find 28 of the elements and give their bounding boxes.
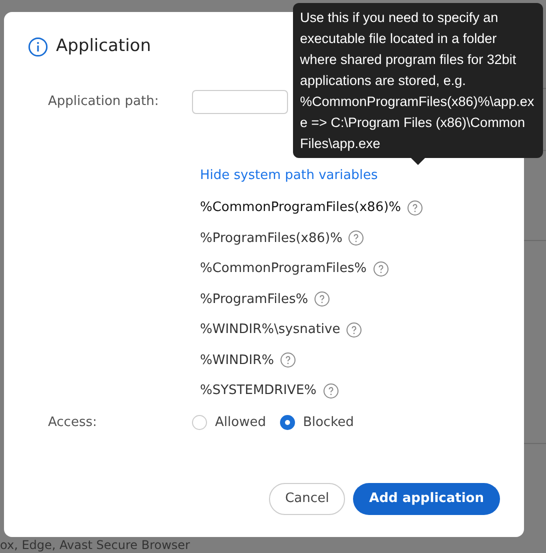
field-label: Application path: (48, 92, 160, 111)
radio-label: Allowed (215, 414, 266, 432)
path-field[interactable] (192, 90, 288, 114)
variable-name: %ProgramFiles(x86)% (200, 230, 342, 248)
radio-button[interactable] (280, 414, 295, 430)
info-icon (28, 36, 48, 57)
variable-name: %WINDIR%\sysnative (200, 321, 340, 339)
variable-name: %WINDIR% (200, 352, 274, 370)
variable-name: %CommonProgramFiles% (200, 260, 367, 278)
variable-name: %ProgramFiles% (200, 290, 308, 308)
dialog-title: Application (56, 35, 151, 58)
help-icon[interactable] (322, 382, 339, 399)
hide-variables-link[interactable]: Hide system path variables (200, 166, 500, 185)
radio-button[interactable] (192, 414, 207, 430)
background-text: ox, Edge, Avast Secure Browser (0, 538, 190, 552)
help-icon[interactable] (348, 230, 364, 246)
field-label: Access: (48, 414, 98, 432)
help-icon[interactable] (314, 291, 330, 308)
help-icon[interactable] (372, 260, 389, 277)
help-icon[interactable] (407, 200, 424, 216)
tooltip-text: Use this if you need to specify an executable file located in a folder where shared program files for 32bit applications are stored, e.g. %CommonProgramFiles(x86)%\app.exe => C:\Program Files (x86)\Common Files\app.exe (300, 9, 536, 153)
variable-name: %SYSTEMDRIVE% (200, 382, 317, 400)
help-icon[interactable] (280, 352, 296, 368)
variable-name: %CommonProgramFiles(x86)% (200, 199, 402, 217)
add-button[interactable]: Add application (353, 483, 500, 515)
help-icon[interactable] (346, 322, 362, 338)
cancel-button[interactable]: Cancel (269, 483, 346, 515)
radio-label: Blocked (302, 414, 354, 432)
